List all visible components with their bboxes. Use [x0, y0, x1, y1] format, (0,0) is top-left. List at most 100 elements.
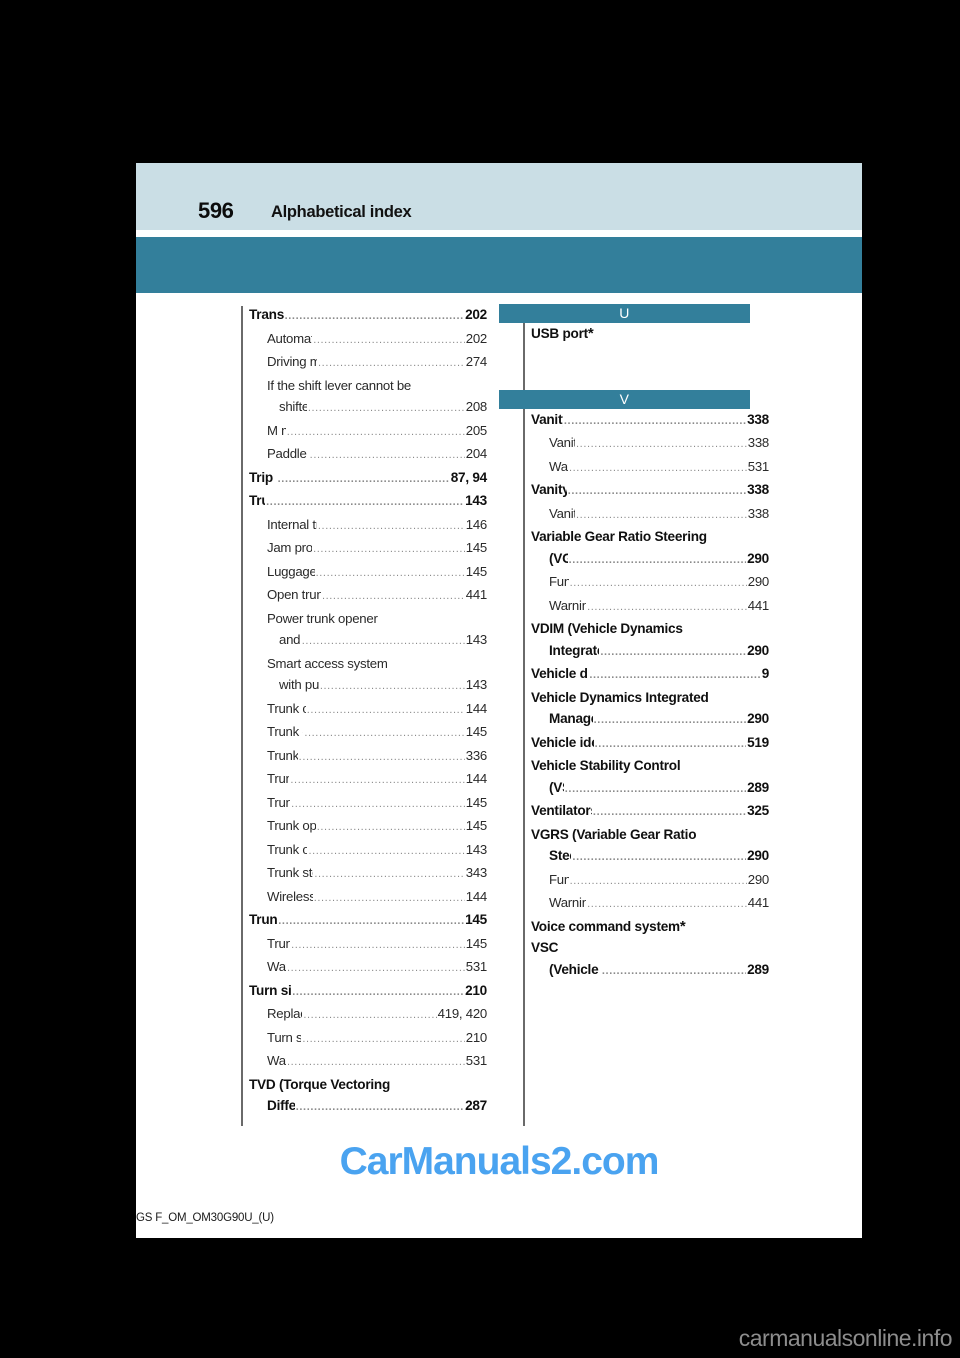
- index-entry[interactable]: Wattage.................................…: [531, 456, 769, 480]
- index-entry-label: Warning message: [549, 895, 587, 910]
- index-entry[interactable]: Vanity mirrors..........................…: [531, 479, 769, 503]
- index-entry-label: Open trunk warning message: [267, 587, 321, 602]
- index-entry[interactable]: (VSC)...................................…: [531, 777, 769, 801]
- index-entry[interactable]: VGRS (Variable Gear Ratio...............…: [531, 824, 769, 846]
- index-entry-page: 338: [747, 411, 769, 427]
- index-entry[interactable]: Trunk...................................…: [249, 490, 487, 514]
- index-entry[interactable]: M mode..................................…: [249, 420, 487, 444]
- index-entry[interactable]: Wireless remote control.................…: [249, 886, 487, 910]
- index-entry[interactable]: Management (VDIM).......................…: [531, 708, 769, 732]
- index-entry-label: Function: [549, 574, 569, 589]
- index-entry-page: 145: [465, 912, 487, 927]
- index-entry[interactable]: Differential)...........................…: [249, 1095, 487, 1119]
- index-entry[interactable]: Trunk easy closer.......................…: [249, 721, 487, 745]
- index-entry[interactable]: Trunk grip..............................…: [249, 768, 487, 792]
- index-entry-label: VGRS (Variable Gear Ratio: [531, 826, 697, 842]
- index-entry[interactable]: Internal trunk release lever............…: [249, 514, 487, 538]
- index-entry[interactable]: Vanity lights...........................…: [531, 409, 769, 433]
- index-entry[interactable]: Warning message.........................…: [531, 892, 769, 916]
- index-entry[interactable]: Turn signal lights......................…: [249, 980, 487, 1004]
- index-entry-label: (VGRS): [549, 550, 568, 566]
- index-entry[interactable]: Vehicle Dynamics Integrated.............…: [531, 687, 769, 709]
- index-entry[interactable]: Function................................…: [531, 571, 769, 595]
- index-entry-page: 290: [747, 848, 769, 863]
- index-entry[interactable]: Driving mode select switch..............…: [249, 351, 487, 375]
- index-entry-leader: ........................................…: [306, 703, 465, 716]
- index-entry[interactable]: Vanity lights...........................…: [531, 432, 769, 456]
- index-entry-label: shifted from P: [279, 399, 307, 414]
- index-entry-label: Vanity lights: [531, 411, 563, 427]
- index-entry[interactable]: Trunk storage extension.................…: [249, 862, 487, 886]
- index-entry[interactable]: (Vehicle Stability Control).............…: [531, 959, 769, 983]
- index-entry[interactable]: Warning message.........................…: [531, 595, 769, 619]
- index-entry-page: 87, 94: [450, 469, 488, 485]
- index-entry-page: 145: [465, 935, 488, 951]
- index-entry[interactable]: Power trunk opener......................…: [249, 608, 487, 630]
- index-entry-leader: ........................................…: [319, 680, 465, 692]
- index-entry[interactable]: Paddle shift switches...................…: [249, 443, 487, 467]
- index-entry-label: VDIM (Vehicle Dynamics: [531, 621, 683, 636]
- index-entry-leader: ........................................…: [284, 310, 464, 322]
- index-entry[interactable]: Automatic transmission..................…: [249, 328, 487, 352]
- index-entry[interactable]: Trunk opener switch.....................…: [249, 839, 487, 863]
- index-entry[interactable]: Transmission............................…: [249, 304, 487, 328]
- index-entry-label: Paddle shift switches: [267, 446, 309, 461]
- index-entry-page: 441: [465, 587, 488, 602]
- index-entry[interactable]: Ventilators (seat ventilators)..........…: [531, 800, 769, 824]
- index-entry[interactable]: Steering)...............................…: [531, 845, 769, 869]
- index-entry[interactable]: Trunk light.............................…: [249, 933, 487, 957]
- index-entry[interactable]: with push-button start..................…: [249, 674, 487, 698]
- index-letter-heading: U: [499, 304, 750, 323]
- index-entry[interactable]: Voice command system*...................…: [531, 916, 769, 938]
- index-entry[interactable]: and closer..............................…: [249, 629, 487, 653]
- index-entry[interactable]: Smart access system.....................…: [249, 653, 487, 675]
- index-entry[interactable]: VSC.....................................…: [531, 937, 769, 959]
- index-entry[interactable]: Turn signal lever.......................…: [249, 1027, 487, 1051]
- index-letter-heading: V: [499, 389, 750, 409]
- index-entry-page: 210: [465, 982, 487, 998]
- index-entry[interactable]: Trip meters.............................…: [249, 467, 487, 491]
- index-entry-leader: ........................................…: [601, 964, 746, 977]
- index-entry-leader: ........................................…: [266, 496, 465, 508]
- index-entry[interactable]: Trunk light.............................…: [249, 792, 487, 816]
- index-entry-label: Function: [549, 871, 569, 887]
- index-entry-label: Trunk closer switch: [267, 700, 306, 716]
- index-entry[interactable]: Wattage.................................…: [249, 956, 487, 980]
- index-entry[interactable]: Wattage.................................…: [249, 1050, 487, 1074]
- index-entry[interactable]: (VGRS)..................................…: [531, 548, 769, 572]
- index-entry[interactable]: Vehicle identification number...........…: [531, 732, 769, 756]
- index-entry[interactable]: shifted from P..........................…: [249, 396, 487, 420]
- index-entry-page: 289: [747, 961, 769, 977]
- watermark-carmanualsonline: carmanualsonline.info: [738, 1325, 953, 1351]
- index-entry-label: Trunk grip: [267, 771, 290, 786]
- index-entry[interactable]: USB port*...............................…: [531, 323, 769, 345]
- index-entry[interactable]: Trunk closer switch.....................…: [249, 698, 487, 722]
- index-entry-label: Wireless remote control: [267, 888, 313, 904]
- index-entry-leader: ........................................…: [292, 985, 465, 998]
- index-entry[interactable]: Vanity lights...........................…: [531, 503, 769, 527]
- index-entry[interactable]: VDIM (Vehicle Dynamics..................…: [531, 618, 769, 640]
- index-entry-leader: ........................................…: [304, 727, 465, 739]
- index-entry[interactable]: TVD (Torque Vectoring...................…: [249, 1074, 487, 1096]
- index-entry-label: Vanity lights: [549, 505, 575, 521]
- index-entry[interactable]: Open trunk warning message..............…: [249, 584, 487, 608]
- index-entry-page: 519: [747, 734, 769, 750]
- index-entry-label: Wattage: [267, 959, 286, 974]
- index-entry[interactable]: Vehicle data recordings.................…: [531, 663, 769, 687]
- index-entry[interactable]: Trunk opener main switch................…: [249, 815, 487, 839]
- index-entry[interactable]: Variable Gear Ratio Steering............…: [531, 526, 769, 548]
- index-entry-label: Wattage: [549, 458, 568, 474]
- index-entry[interactable]: If the shift lever cannot be............…: [249, 375, 487, 397]
- index-entry-leader: ........................................…: [568, 461, 747, 474]
- index-entry[interactable]: Replacing light bulbs...................…: [249, 1003, 487, 1027]
- index-entry[interactable]: Vehicle Stability Control...............…: [531, 755, 769, 777]
- index-entry[interactable]: Jam protection function.................…: [249, 537, 487, 561]
- index-entry-label: Trunk opener main switch: [267, 818, 316, 833]
- index-entry[interactable]: Luggage security system.................…: [249, 561, 487, 585]
- index-entry[interactable]: Function................................…: [531, 869, 769, 893]
- index-entry[interactable]: Trunk features..........................…: [249, 745, 487, 769]
- index-entry-label: Vehicle Dynamics Integrated: [531, 689, 709, 705]
- index-entry[interactable]: Integrated Management)..................…: [531, 640, 769, 664]
- index-entry-page: 343: [465, 865, 488, 880]
- index-entry[interactable]: Trunk light.............................…: [249, 909, 487, 933]
